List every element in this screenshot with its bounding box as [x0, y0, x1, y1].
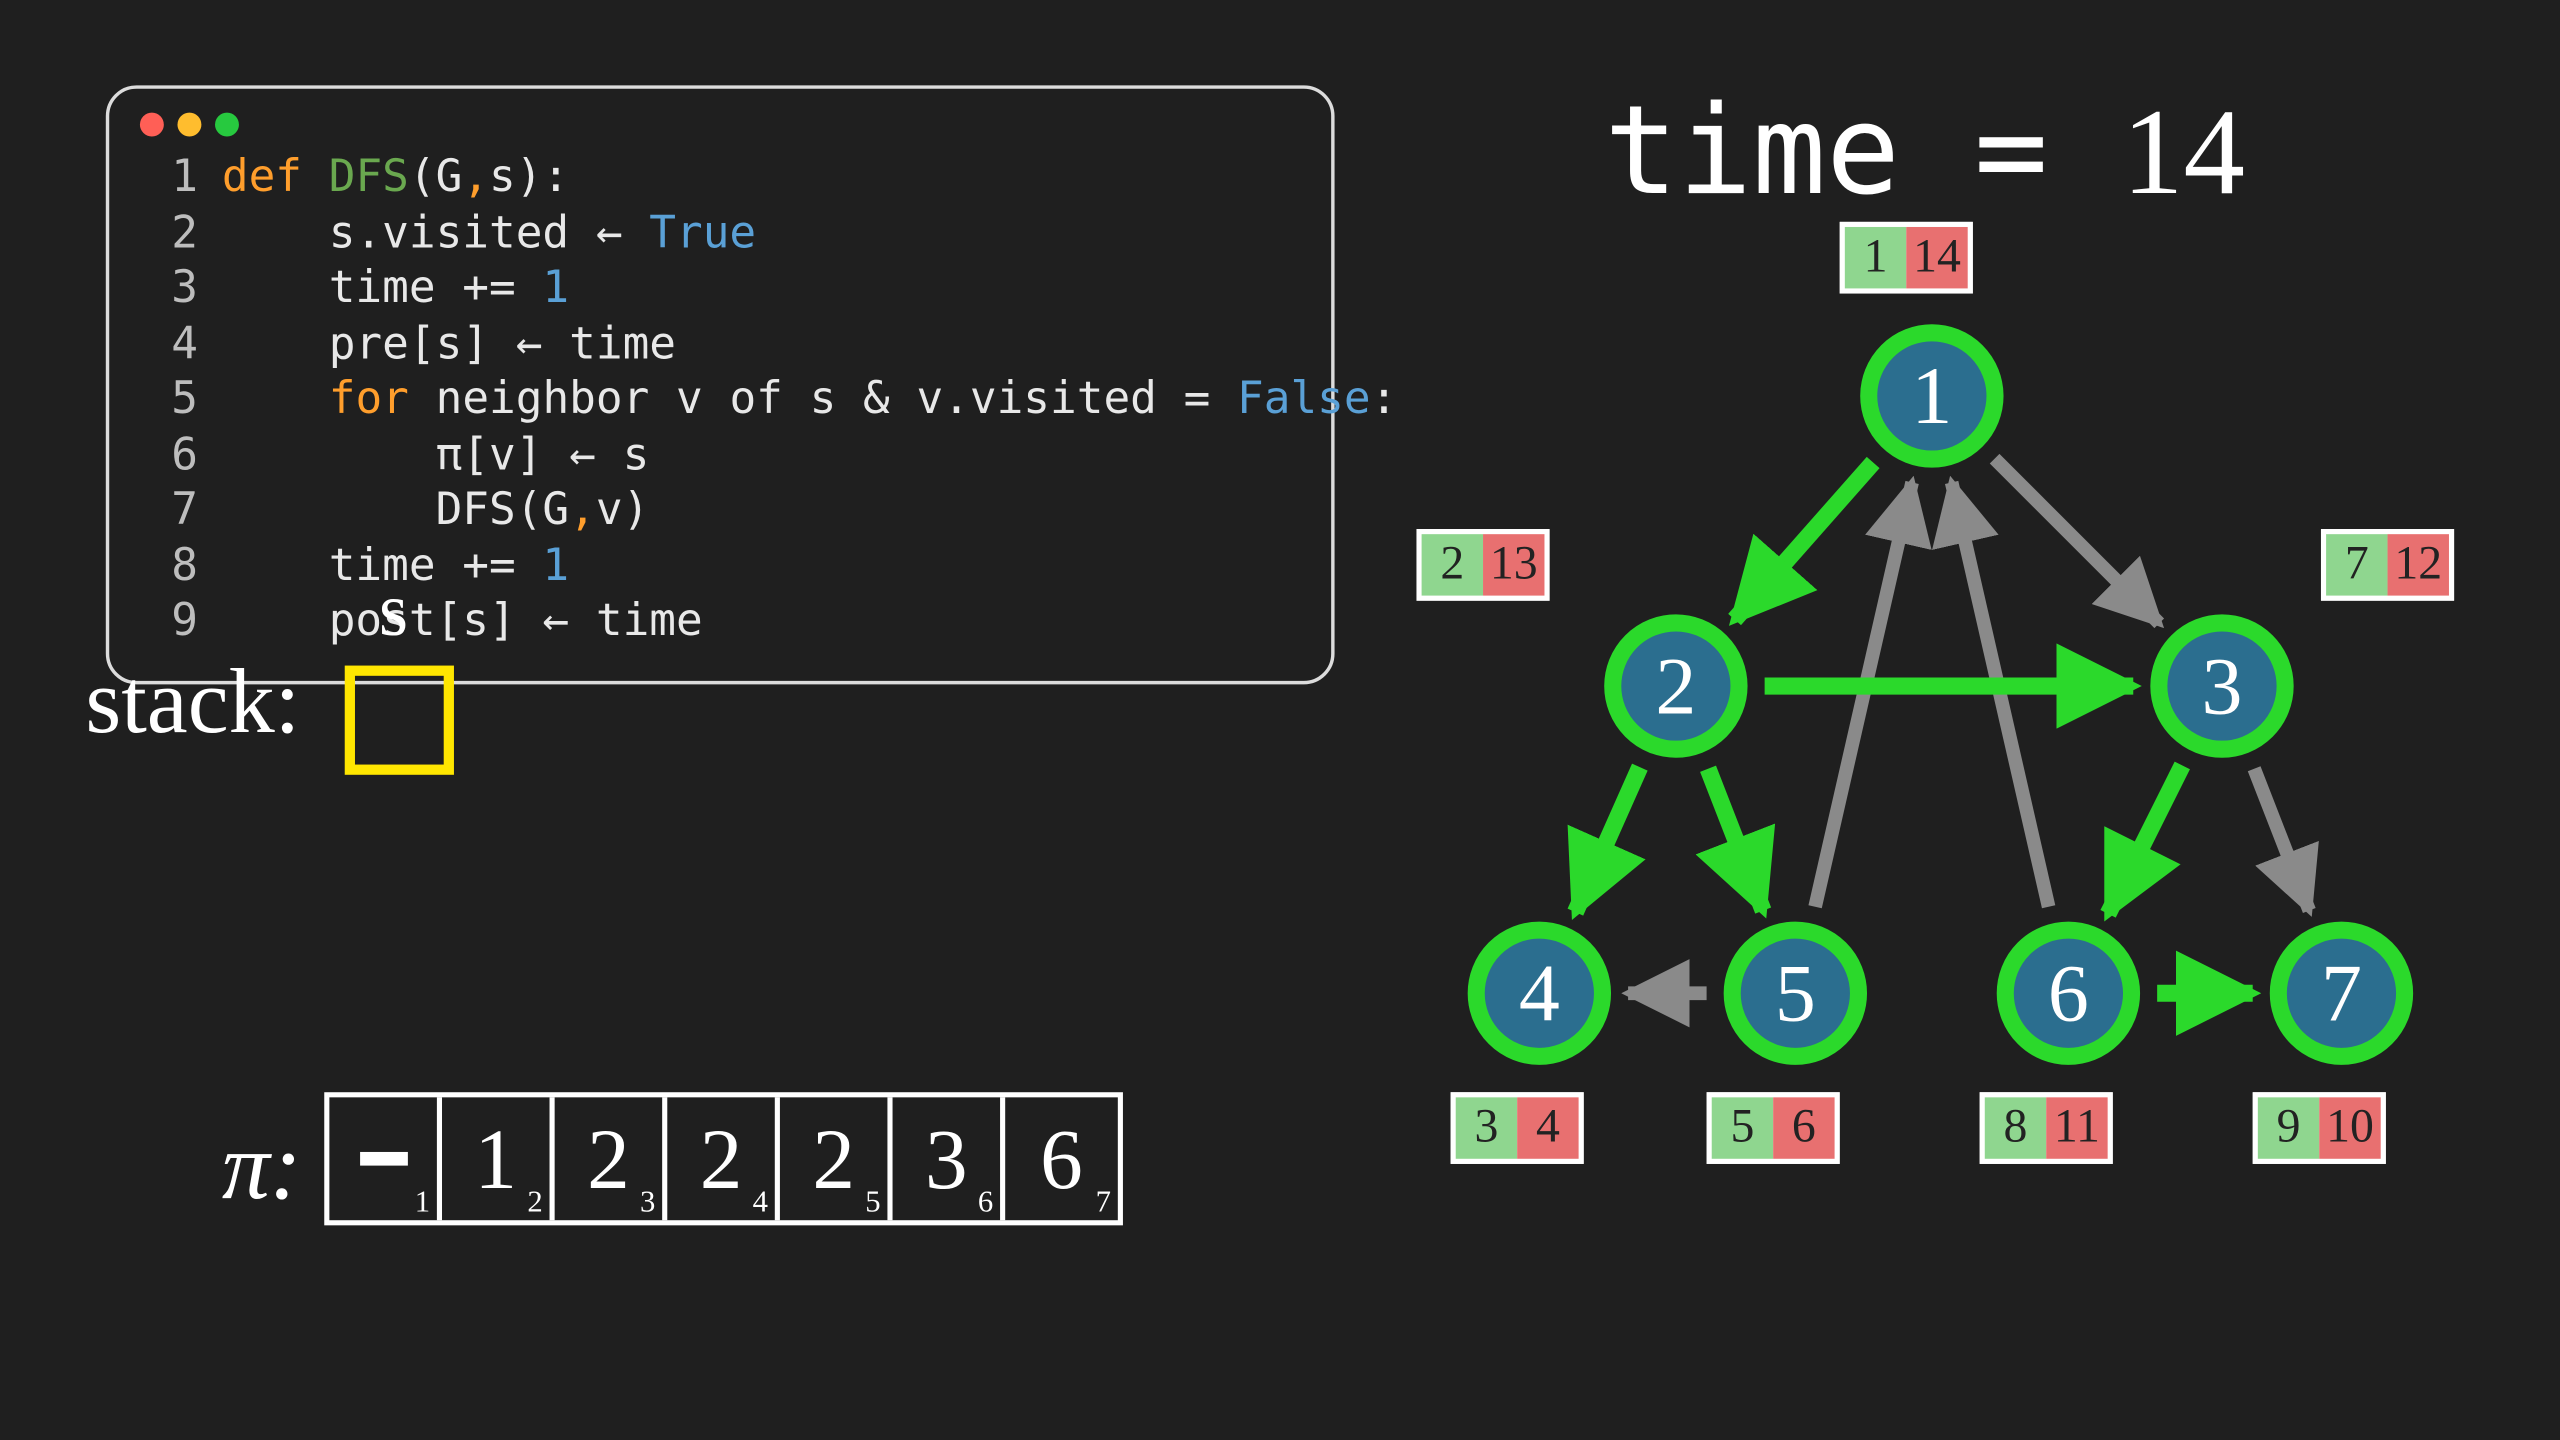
line-number: 1: [140, 150, 198, 205]
pi-index: 2: [527, 1184, 542, 1220]
time-badges-node-7: 910: [2253, 1092, 2386, 1164]
time-badges-node-1: 114: [1840, 222, 1973, 294]
node-label: 1: [1911, 349, 1952, 443]
time-badges-node-2: 213: [1416, 529, 1549, 601]
post-time: 10: [2319, 1097, 2380, 1158]
line-number: 8: [140, 538, 198, 593]
stack-s-label: s: [379, 567, 408, 654]
node-label: 7: [2321, 946, 2362, 1040]
dfs-graph: 11142213371243455668117910: [1365, 222, 2525, 1178]
line-number: 2: [140, 206, 198, 261]
post-time: 12: [2388, 534, 2449, 595]
pi-value: 2: [587, 1109, 630, 1208]
pi-cell: 67: [1005, 1097, 1118, 1220]
post-time: 11: [2046, 1097, 2107, 1158]
pre-time: 5: [1712, 1097, 1773, 1158]
pi-value: 2: [700, 1109, 743, 1208]
graph-edge: [2254, 769, 2309, 911]
post-time: 14: [1906, 227, 1967, 288]
code-line: 6 π[v] ← s: [140, 428, 1300, 483]
pi-cell: 12: [442, 1097, 555, 1220]
graph-node-2: 2: [1604, 614, 1747, 757]
stack-area: s stack:: [85, 649, 300, 755]
pi-value: 2: [812, 1109, 855, 1208]
minimize-icon: [177, 113, 201, 137]
graph-edge: [1575, 767, 1639, 912]
code-line: 5 for neighbor v of s & v.visited = Fals…: [140, 372, 1300, 427]
graph-node-6: 6: [1997, 922, 2140, 1065]
pi-cells: 1122324253667: [324, 1092, 1123, 1225]
graph-node-1: 1: [1860, 324, 2003, 467]
code-line: 1def DFS(G,s):: [140, 150, 1300, 205]
code-line: 4 pre[s] ← time: [140, 317, 1300, 372]
node-label: 3: [2202, 639, 2243, 733]
code-line: 9 post[s] ← time: [140, 594, 1300, 649]
pi-value: 1: [474, 1109, 517, 1208]
time-badges-node-4: 34: [1451, 1092, 1584, 1164]
time-label: time =: [1604, 79, 2122, 222]
pi-cell: 1: [329, 1097, 442, 1220]
pi-index: 3: [640, 1184, 655, 1220]
pi-value-empty: [359, 1152, 407, 1166]
pre-time: 3: [1456, 1097, 1517, 1158]
close-icon: [140, 113, 164, 137]
line-number: 7: [140, 483, 198, 538]
node-label: 2: [1655, 639, 1696, 733]
pi-index: 7: [1096, 1184, 1111, 1220]
pre-time: 7: [2326, 534, 2387, 595]
post-time: 13: [1483, 534, 1544, 595]
maximize-icon: [215, 113, 239, 137]
time-counter: time = 14: [1604, 79, 2245, 224]
graph-edge: [1708, 769, 1763, 911]
code-body: 1def DFS(G,s):2 s.visited ← True3 time +…: [140, 150, 1300, 649]
pi-index: 5: [865, 1184, 880, 1220]
graph-edge: [1995, 459, 2160, 624]
line-number: 3: [140, 261, 198, 316]
pi-value: 3: [925, 1109, 968, 1208]
line-number: 5: [140, 372, 198, 427]
pre-time: 2: [1422, 534, 1483, 595]
time-badges-node-6: 811: [1980, 1092, 2113, 1164]
window-controls: [140, 113, 1300, 137]
pi-cell: 36: [893, 1097, 1006, 1220]
post-time: 4: [1517, 1097, 1578, 1158]
time-badges-node-5: 56: [1707, 1092, 1840, 1164]
pi-label: π:: [222, 1113, 302, 1222]
graph-node-5: 5: [1724, 922, 1867, 1065]
node-label: 6: [2048, 946, 2089, 1040]
code-line: 7 DFS(G,v): [140, 483, 1300, 538]
line-number: 9: [140, 594, 198, 649]
post-time: 6: [1773, 1097, 1834, 1158]
node-label: 4: [1519, 946, 1560, 1040]
pi-index: 6: [978, 1184, 993, 1220]
graph-node-3: 3: [2150, 614, 2293, 757]
node-label: 5: [1775, 946, 1816, 1040]
code-window: 1def DFS(G,s):2 s.visited ← True3 time +…: [106, 85, 1335, 683]
graph-node-7: 7: [2270, 922, 2413, 1065]
code-line: 2 s.visited ← True: [140, 206, 1300, 261]
code-line: 3 time += 1: [140, 261, 1300, 316]
pre-time: 8: [1985, 1097, 2046, 1158]
pi-cell: 25: [780, 1097, 893, 1220]
graph-node-4: 4: [1468, 922, 1611, 1065]
pi-value: 6: [1040, 1109, 1083, 1208]
stack-label: stack:: [85, 650, 300, 752]
pre-time: 1: [1845, 227, 1906, 288]
time-badges-node-3: 712: [2321, 529, 2454, 601]
pi-cell: 24: [667, 1097, 780, 1220]
graph-edge: [1735, 462, 1874, 619]
pi-cell: 23: [555, 1097, 668, 1220]
line-number: 6: [140, 428, 198, 483]
time-value: 14: [2122, 84, 2245, 221]
code-line: 8 time += 1: [140, 538, 1300, 593]
stack-box: [345, 666, 454, 775]
graph-edge: [2108, 765, 2182, 913]
pre-time: 9: [2258, 1097, 2319, 1158]
pi-index: 4: [753, 1184, 768, 1220]
pi-index: 1: [415, 1184, 430, 1220]
line-number: 4: [140, 317, 198, 372]
